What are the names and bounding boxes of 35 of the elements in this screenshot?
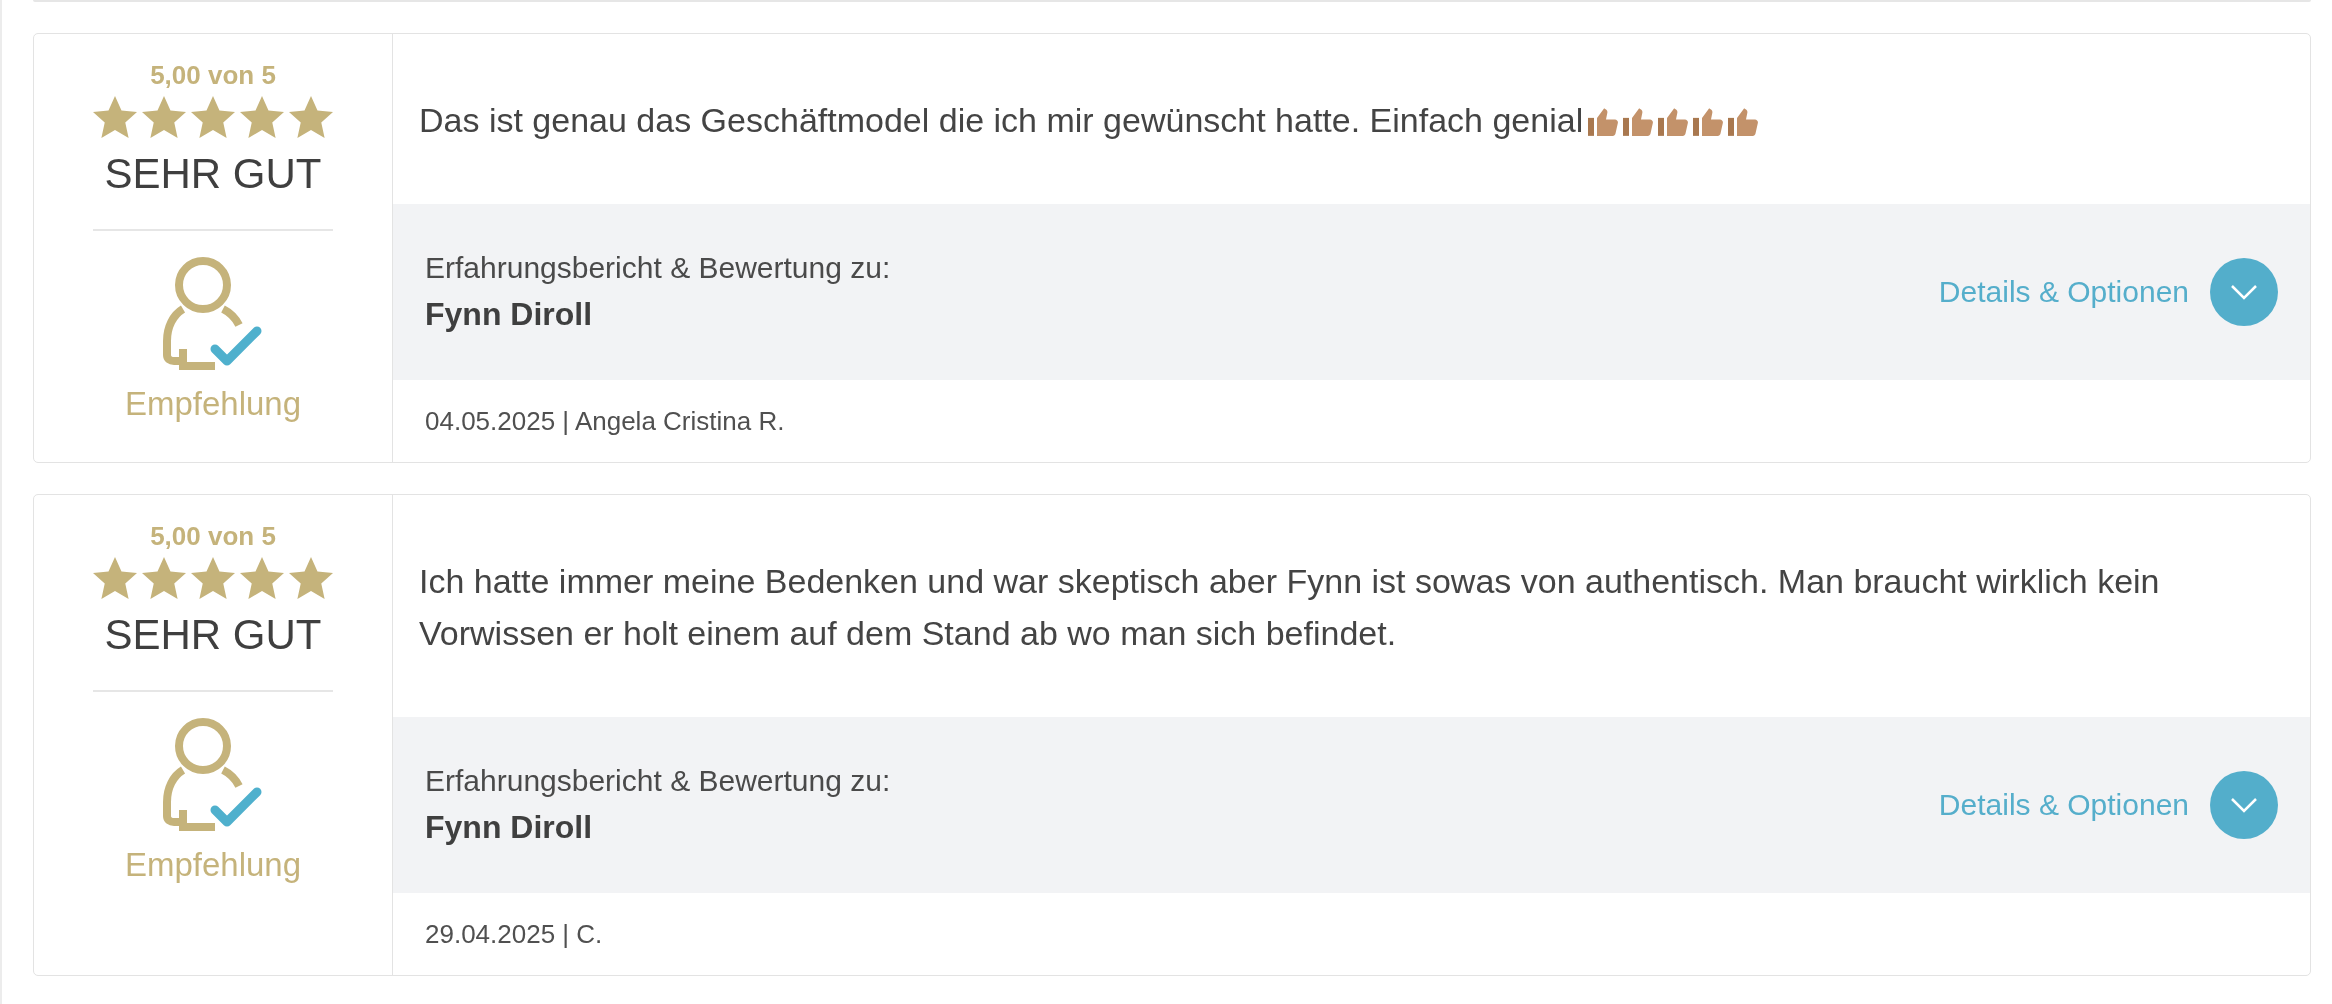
review-meta: 29.04.2025 | C. xyxy=(425,917,603,951)
subject-name: Fynn Diroll xyxy=(425,295,594,334)
person-check-icon xyxy=(163,718,263,831)
subject-label: Erfahrungsbericht & Bewertung zu: xyxy=(425,763,891,799)
thumbs-up-icon xyxy=(1728,108,1759,136)
rating-score: 5,00 von 5 xyxy=(150,520,276,553)
thumbs-up-icon xyxy=(1693,108,1724,136)
star-icon xyxy=(191,96,235,138)
star-icon xyxy=(142,96,186,138)
subject-name: Fynn Diroll xyxy=(425,808,594,847)
rating-score: 5,00 von 5 xyxy=(150,59,276,92)
subject-label: Erfahrungsbericht & Bewertung zu: xyxy=(425,250,891,286)
thumbs-up-icon xyxy=(1623,108,1654,136)
star-icon xyxy=(191,557,235,599)
review-text: Das ist genau das Geschäftmodel die ich mir gewünscht hatte. Einfach genial xyxy=(419,101,1584,139)
rating-verdict: SEHR GUT xyxy=(104,149,322,199)
star-icon xyxy=(289,557,333,599)
chevron-down-icon xyxy=(2230,284,2258,300)
rating-verdict: SEHR GUT xyxy=(104,610,322,660)
review-meta: 04.05.2025 | Angela Cristina R. xyxy=(425,404,785,438)
star-icon xyxy=(93,557,137,599)
details-link[interactable]: Details & Optionen xyxy=(1938,785,2189,825)
star-icon xyxy=(142,557,186,599)
review-text: Ich hatte immer meine Bedenken und war skeptisch aber Fynn ist sowas von authentisch. Man braucht wirklich kein Vorwissen er holt einem auf dem Stand ab wo man sich befindet. xyxy=(419,562,2160,652)
chevron-down-icon xyxy=(2230,797,2258,813)
star-icon xyxy=(240,96,284,138)
details-link[interactable]: Details & Optionen xyxy=(1938,272,2189,312)
star-icon xyxy=(289,96,333,138)
star-icon xyxy=(240,557,284,599)
thumbs-up-icon xyxy=(1658,108,1689,136)
star-icon xyxy=(93,96,137,138)
thumbs-up-icon xyxy=(1588,108,1619,136)
recommendation-label: Empfehlung xyxy=(124,384,302,424)
recommendation-label: Empfehlung xyxy=(124,845,302,885)
person-check-icon xyxy=(163,257,263,370)
